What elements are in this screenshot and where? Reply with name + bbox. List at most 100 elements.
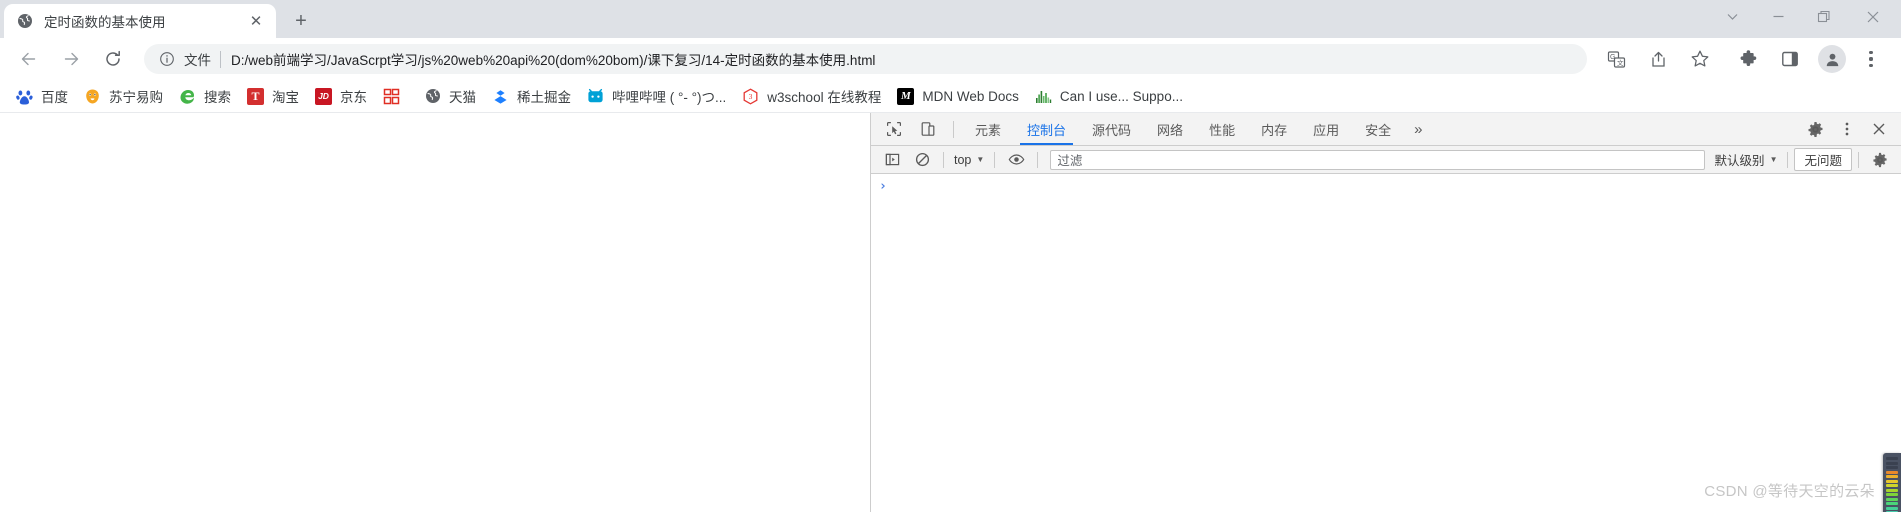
new-tab-button[interactable]: + — [286, 6, 316, 36]
tab-close-icon[interactable]: ✕ — [246, 11, 266, 31]
devtools-tab-sources[interactable]: 源代码 — [1079, 113, 1144, 145]
meter-segment — [1886, 506, 1898, 510]
bookmark-juejin[interactable]: 稀土掘金 — [484, 84, 579, 109]
side-panel-icon[interactable] — [1775, 44, 1805, 74]
pinduoduo-icon — [383, 88, 400, 105]
chevron-down-icon: ▼ — [976, 155, 985, 164]
url-scheme-label: 文件 — [184, 53, 211, 68]
live-expression-eye-icon[interactable] — [1003, 149, 1029, 171]
tab-label: 安全 — [1365, 122, 1392, 138]
bookmark-suning[interactable]: 苏宁易购 — [76, 84, 171, 109]
mdn-icon: M — [897, 87, 915, 105]
omnibox-divider — [220, 50, 221, 68]
devtools-tab-console[interactable]: 控制台 — [1014, 113, 1079, 145]
chrome-menu-icon[interactable] — [1857, 44, 1885, 74]
devtools-tab-memory[interactable]: 内存 — [1248, 113, 1300, 145]
meter-segment — [1886, 488, 1898, 492]
bookmark-label: 苏宁易购 — [109, 90, 163, 105]
address-bar[interactable]: 文件 D:/web前端学习/JavaScrpt学习/js%20web%20api… — [144, 44, 1587, 74]
meter-segment — [1886, 461, 1898, 465]
tab-title: 定时函数的基本使用 — [44, 15, 166, 30]
console-output-area[interactable]: › — [871, 174, 1901, 512]
suning-icon — [84, 88, 101, 105]
window-close-icon[interactable] — [1847, 0, 1899, 33]
tab-label: 控制台 — [1027, 122, 1067, 138]
bookmark-bilibili[interactable]: 哔哩哔哩 ( °- °)つ... — [579, 84, 734, 109]
toolbar-actions: G 文 — [1595, 44, 1893, 74]
share-icon[interactable] — [1643, 44, 1673, 74]
console-log-levels-selector[interactable]: 默认级别 ▼ — [1711, 150, 1782, 169]
back-button-icon[interactable] — [13, 43, 45, 75]
bookmark-mdn[interactable]: M MDN Web Docs — [889, 84, 1027, 109]
bookmark-label: Can I use... Suppo... — [1059, 88, 1183, 104]
window-minimize-icon[interactable] — [1755, 0, 1801, 33]
ie-edge-icon — [179, 88, 196, 105]
page-content[interactable] — [0, 113, 870, 512]
navigation-toolbar: 文件 D:/web前端学习/JavaScrpt学习/js%20web%20api… — [0, 38, 1901, 80]
bookmark-label: MDN Web Docs — [922, 88, 1019, 104]
devtools-panel: 元素 控制台 源代码 网络 性能 内存 应用 安全 » top ▼ 过滤 默认级… — [870, 113, 1901, 512]
devtools-tab-network[interactable]: 网络 — [1144, 113, 1196, 145]
console-filter-input[interactable]: 过滤 — [1050, 149, 1705, 170]
tab-label: 内存 — [1261, 122, 1288, 138]
bookmark-search[interactable]: 搜索 — [171, 84, 239, 109]
console-context-selector[interactable]: top ▼ — [950, 150, 988, 170]
tab-label: 性能 — [1209, 122, 1236, 138]
console-toolbar-divider — [943, 151, 944, 168]
bookmark-caniuse[interactable]: Can I use... Suppo... — [1027, 84, 1191, 109]
console-context-value: top — [954, 152, 972, 167]
console-toolbar-divider — [1787, 151, 1789, 168]
menu-dot — [1869, 63, 1873, 67]
color-level-meter[interactable] — [1883, 453, 1901, 512]
bookmark-baidu[interactable]: 百度 — [8, 84, 76, 109]
bookmark-label: 百度 — [41, 90, 68, 105]
reload-button-icon[interactable] — [97, 43, 129, 75]
menu-dot — [1869, 57, 1873, 61]
device-toolbar-icon[interactable] — [913, 116, 943, 142]
bookmark-taobao[interactable]: T 淘宝 — [239, 84, 307, 109]
url-text[interactable]: D:/web前端学习/JavaScrpt学习/js%20web%20api%20… — [231, 49, 1573, 69]
extensions-puzzle-icon[interactable] — [1733, 44, 1763, 74]
console-toolbar-divider — [1037, 151, 1039, 168]
bookmark-tmall[interactable]: 天猫 — [416, 84, 484, 109]
forward-button-icon[interactable] — [55, 43, 87, 75]
window-restore-icon[interactable] — [1801, 0, 1847, 33]
bookmark-label: w3school 在线教程 — [767, 90, 882, 105]
info-circle-icon[interactable] — [158, 50, 176, 68]
console-settings-gear-icon[interactable] — [1867, 149, 1893, 171]
devtools-close-icon[interactable] — [1864, 115, 1894, 143]
bookmark-pinduoduo[interactable] — [375, 84, 416, 109]
taobao-icon: T — [247, 87, 264, 105]
profile-avatar-icon[interactable] — [1818, 45, 1846, 73]
caniuse-icon — [1035, 88, 1052, 105]
menu-dot — [1869, 51, 1873, 55]
devtools-more-options-icon[interactable] — [1832, 115, 1862, 143]
devtools-tab-performance[interactable]: 性能 — [1196, 113, 1248, 145]
console-sidebar-icon[interactable] — [879, 149, 905, 171]
meter-segment — [1886, 497, 1898, 501]
bookmark-w3school[interactable]: 3 w3school 在线教程 — [734, 84, 889, 109]
devtools-tab-security[interactable]: 安全 — [1352, 113, 1404, 145]
console-prompt-row[interactable]: › — [871, 174, 1901, 196]
devtools-settings-gear-icon[interactable] — [1800, 115, 1830, 143]
bookmarks-bar: 百度 苏宁易购 搜索 T 淘宝 JD 京东 天猫 稀土掘金 哔哩哔哩 (°- … — [0, 80, 1901, 113]
meter-segment — [1886, 457, 1898, 460]
tab-strip: 定时函数的基本使用 ✕ + — [0, 0, 1901, 38]
meter-segment — [1886, 475, 1898, 478]
bookmark-jd[interactable]: JD 京东 — [307, 84, 375, 109]
devtools-more-tabs-icon[interactable]: » — [1404, 113, 1432, 145]
devtools-tab-elements[interactable]: 元素 — [962, 113, 1014, 145]
window-chevron-down-icon[interactable] — [1709, 0, 1755, 33]
bookmark-star-icon[interactable] — [1685, 44, 1715, 74]
devtools-tabbar: 元素 控制台 源代码 网络 性能 内存 应用 安全 » — [871, 113, 1901, 146]
translate-icon[interactable]: G 文 — [1601, 44, 1631, 74]
clear-console-icon[interactable] — [909, 149, 935, 171]
console-issues-button[interactable]: 无问题 — [1794, 148, 1852, 171]
browser-window: 定时函数的基本使用 ✕ + 文件 D:/web前端学习/JavaScrpt学习/… — [0, 0, 1901, 512]
console-toolbar-divider — [1858, 151, 1859, 168]
console-input[interactable] — [887, 179, 1901, 194]
inspect-element-icon[interactable] — [879, 116, 909, 142]
svg-text:文: 文 — [1617, 58, 1624, 67]
browser-tab[interactable]: 定时函数的基本使用 ✕ — [4, 4, 276, 38]
devtools-tab-application[interactable]: 应用 — [1300, 113, 1352, 145]
